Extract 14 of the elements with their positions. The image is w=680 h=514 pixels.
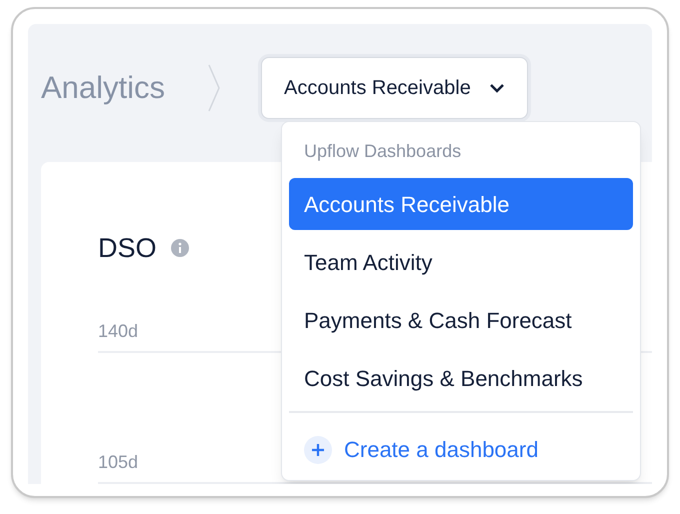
info-icon[interactable] [170, 238, 189, 257]
menu-item[interactable]: Team Activity [289, 236, 633, 288]
dashboard-select[interactable]: Accounts Receivable [261, 56, 528, 119]
menu-heading: Upflow Dashboards [303, 140, 462, 163]
card-title: DSO [98, 232, 157, 264]
axis-label: 105d [98, 452, 138, 472]
breadcrumb-separator-icon [207, 62, 222, 113]
menu-item[interactable]: Payments & Cash Forecast [289, 294, 633, 346]
chevron-down-icon [488, 82, 505, 93]
menu-item[interactable]: Accounts Receivable [289, 178, 633, 230]
menu-item[interactable]: Cost Savings & Benchmarks [289, 352, 633, 404]
create-dashboard-link[interactable]: Create a dashboard [304, 433, 538, 466]
plus-icon [304, 436, 332, 464]
axis-label: 140d [98, 321, 138, 341]
